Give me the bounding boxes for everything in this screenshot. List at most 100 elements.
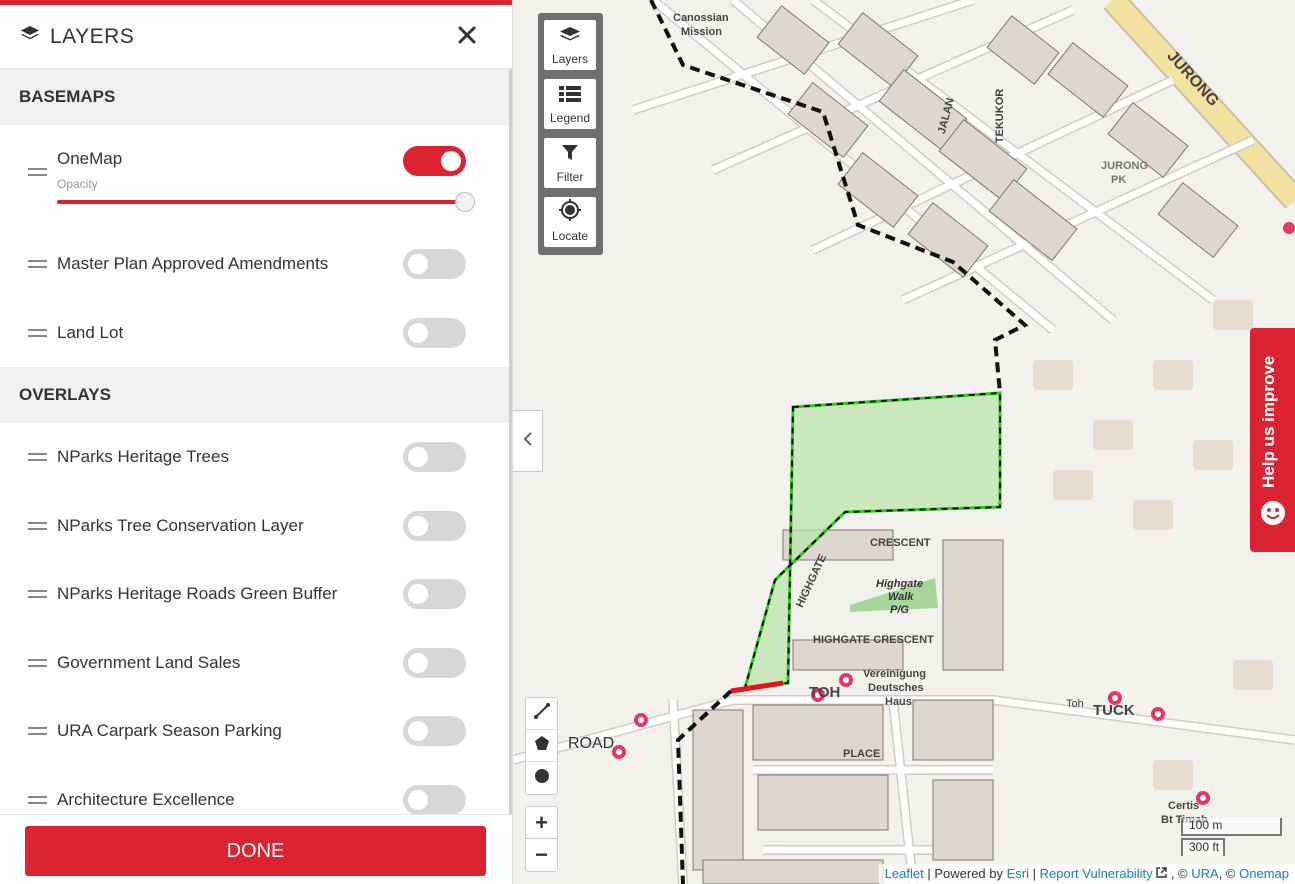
scale-metric: 100 m <box>1181 818 1282 836</box>
map-label: TEKUKOR <box>994 88 1007 144</box>
map-label: HIGHGATE CRESCENT <box>813 634 934 646</box>
map-label: TUCK <box>1093 702 1135 719</box>
draw-toolbar <box>525 697 558 795</box>
draw-circle-button[interactable] <box>526 762 557 794</box>
smiley-icon <box>1260 500 1286 531</box>
opacity-slider-handle[interactable] <box>455 192 475 212</box>
layer-row-carpark: URA Carpark Season Parking <box>0 697 509 766</box>
map-label: Haus <box>885 696 912 708</box>
layer-row-tree-conservation: NParks Tree Conservation Layer <box>0 492 509 561</box>
esri-link[interactable]: Esri <box>1007 866 1029 881</box>
layer-row-land-lot: Land Lot <box>0 299 509 368</box>
layer-row-heritage-trees: NParks Heritage Trees <box>0 423 509 492</box>
panel-footer: DONE <box>0 814 512 884</box>
report-vulnerability-link[interactable]: Report Vulnerability <box>1040 866 1153 881</box>
layer-label: Government Land Sales <box>57 652 241 672</box>
filter-button[interactable]: Filter <box>544 138 596 188</box>
scale-bar: 100 m 300 ft <box>1181 818 1282 856</box>
layer-label: URA Carpark Season Parking <box>57 721 282 741</box>
tool-label: Filter <box>556 170 584 184</box>
legend-icon <box>559 85 581 108</box>
layer-row-master-plan: Master Plan Approved Amendments <box>0 230 509 299</box>
map-label: P/G <box>890 604 909 616</box>
panel-title: LAYERS <box>50 24 135 48</box>
drag-handle-icon[interactable] <box>28 590 47 599</box>
drag-handle-icon[interactable] <box>28 658 47 667</box>
map-label: Toh <box>1066 698 1084 710</box>
layer-label: NParks Tree Conservation Layer <box>57 515 304 535</box>
layer-row-architecture: Architecture Excellence <box>0 766 509 814</box>
map-label: Walk <box>888 591 914 603</box>
layer-label: NParks Heritage Trees <box>57 447 229 467</box>
locate-button[interactable]: Locate <box>544 197 596 247</box>
map-label: TOH <box>809 684 841 701</box>
zoom-out-button[interactable]: − <box>526 839 557 871</box>
opacity-slider-track[interactable] <box>57 200 465 204</box>
drag-handle-icon[interactable] <box>28 521 47 530</box>
layers-panel: LAYERS BASEMAPS OneMap Opacity Master Pl… <box>0 0 513 884</box>
layer-toggle[interactable] <box>403 442 466 473</box>
layers-button[interactable]: Layers <box>544 20 596 70</box>
layer-toggle[interactable] <box>403 579 466 610</box>
attribution: Leaflet | Powered by Esri | Report Vulne… <box>878 864 1295 884</box>
panel-header: LAYERS <box>0 5 512 69</box>
layer-toggle[interactable] <box>403 784 466 814</box>
attribution-sep: | <box>1029 866 1040 881</box>
locate-icon <box>559 199 581 226</box>
drag-handle-icon[interactable] <box>28 453 47 462</box>
layers-list[interactable]: BASEMAPS OneMap Opacity Master Plan Appr… <box>0 69 509 814</box>
opacity-label: Opacity <box>57 177 98 191</box>
map-toolbar: Layers Legend Filter Locate <box>538 13 603 255</box>
onemap-link[interactable]: Onemap <box>1239 866 1289 881</box>
done-button[interactable]: DONE <box>25 826 486 876</box>
drag-handle-icon[interactable] <box>28 328 47 337</box>
draw-polygon-button[interactable] <box>526 730 557 762</box>
map-label: Highgate <box>876 578 924 590</box>
layers-icon <box>20 25 40 48</box>
basemaps-heading: BASEMAPS <box>0 69 509 125</box>
layer-toggle[interactable] <box>403 146 466 176</box>
panel-scrollbar[interactable] <box>509 69 512 814</box>
map-label: CRESCENT <box>870 537 931 549</box>
attribution-text: , © <box>1218 866 1240 881</box>
layer-row-heritage-roads: NParks Heritage Roads Green Buffer <box>0 560 509 629</box>
layer-label: NParks Heritage Roads Green Buffer <box>57 584 338 604</box>
help-tab-label: Help us improve <box>1259 355 1278 488</box>
map-label: ROAD <box>568 735 615 752</box>
ura-link[interactable]: URA <box>1191 866 1218 881</box>
layer-toggle[interactable] <box>403 317 466 348</box>
polygon-icon <box>533 734 551 757</box>
map-label: PLACE <box>843 748 881 760</box>
drag-handle-icon[interactable] <box>28 168 47 176</box>
layer-toggle[interactable] <box>403 647 466 678</box>
drag-handle-icon[interactable] <box>28 260 47 269</box>
layer-toggle[interactable] <box>403 510 466 541</box>
drag-handle-icon[interactable] <box>28 795 47 804</box>
drag-handle-icon[interactable] <box>28 727 47 736</box>
zoom-control: + − <box>525 806 558 872</box>
zoom-in-button[interactable]: + <box>526 807 557 839</box>
circle-icon <box>534 768 550 789</box>
scale-imperial: 300 ft <box>1181 838 1225 856</box>
map-tiles <box>513 0 1295 884</box>
tool-label: Legend <box>549 111 591 125</box>
map-label: Deutsches <box>868 682 924 694</box>
layer-toggle[interactable] <box>403 716 466 747</box>
collapse-panel-button[interactable] <box>513 410 543 472</box>
layer-label: Architecture Excellence <box>57 789 235 809</box>
leaflet-link[interactable]: Leaflet <box>885 866 924 881</box>
close-icon[interactable] <box>458 26 480 48</box>
map-label: Vereinigung <box>863 668 926 680</box>
overlays-heading: OVERLAYS <box>0 367 509 423</box>
map-label: PK <box>1111 174 1127 186</box>
layer-toggle[interactable] <box>403 249 466 280</box>
map-view[interactable]: Canossian Mission JURONG JURONG PK TEKUK… <box>513 0 1295 884</box>
draw-line-button[interactable] <box>526 698 557 730</box>
tool-label: Layers <box>551 52 589 66</box>
map-label: JURONG <box>1101 160 1149 172</box>
polyline-icon <box>533 702 551 725</box>
legend-button[interactable]: Legend <box>544 79 596 129</box>
filter-icon <box>561 144 579 167</box>
help-us-improve-tab[interactable]: Help us improve <box>1250 328 1295 552</box>
map-label: Mission <box>681 26 722 38</box>
